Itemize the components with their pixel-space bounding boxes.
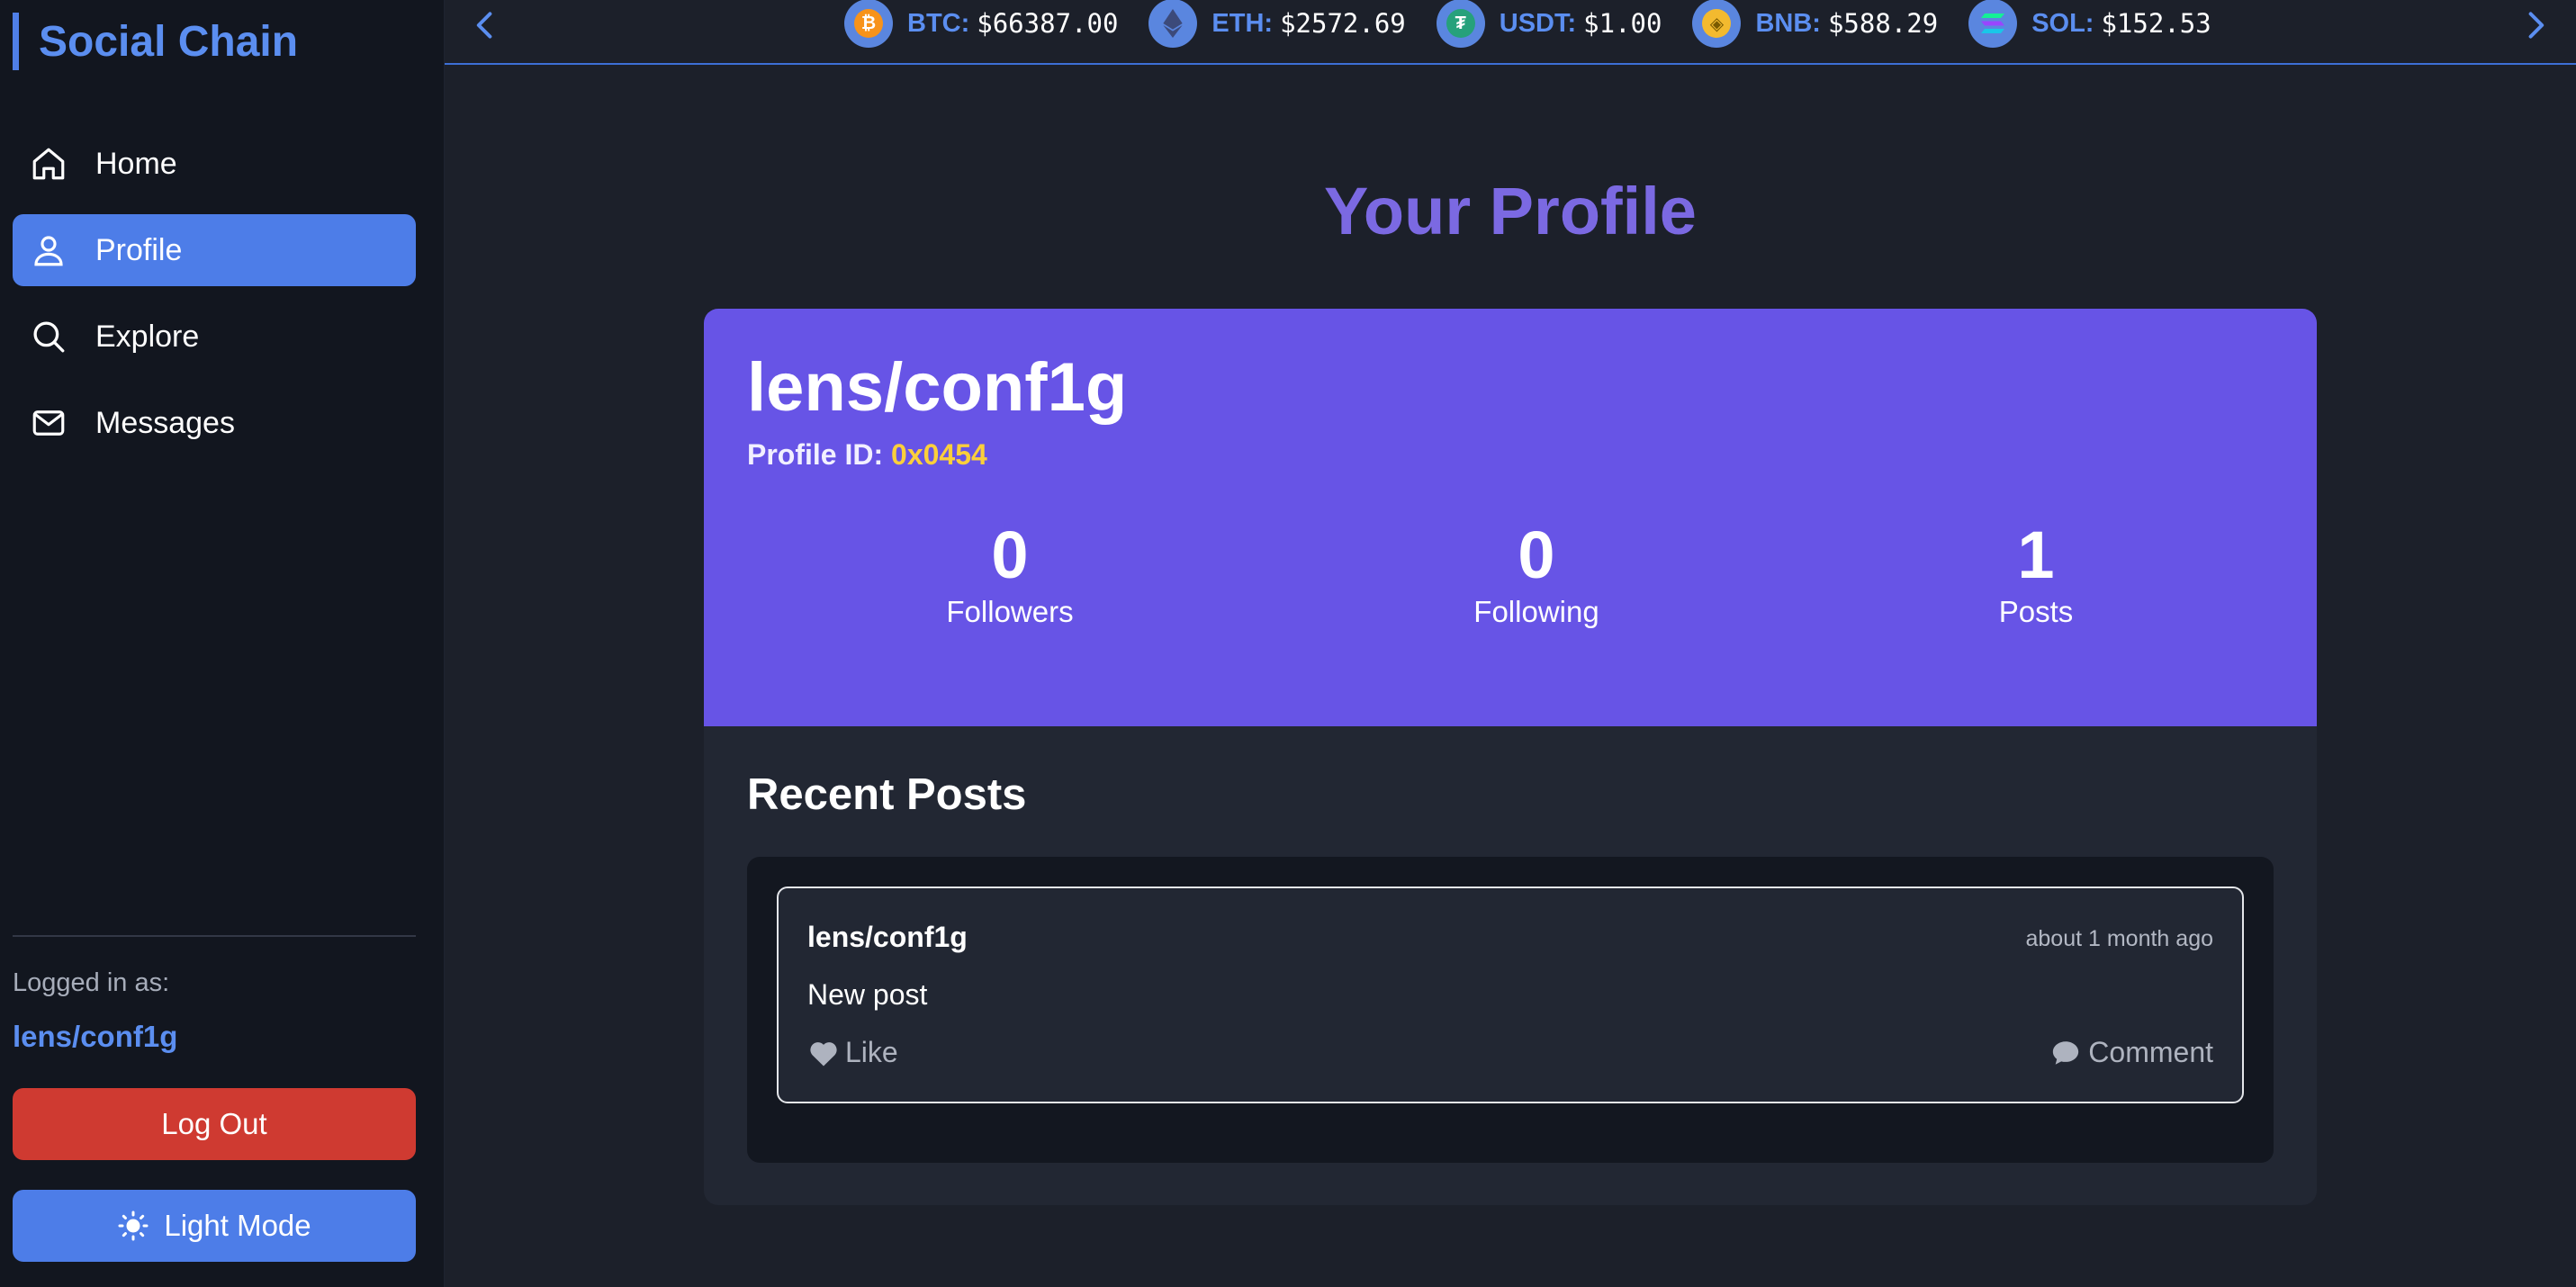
stat-label: Posts (1998, 595, 2074, 628)
logout-button[interactable]: Log Out (13, 1088, 416, 1160)
chevron-right-icon (2528, 12, 2544, 39)
brand-logo[interactable]: Social Chain (13, 13, 298, 70)
ticker-coin-eth[interactable]: ETH: $2572.69 (1148, 0, 1406, 48)
coin-symbol: SOL: (2031, 8, 2094, 38)
profile-header: lens/conf1g Profile ID: 0x0454 0 Followe… (704, 309, 2317, 726)
ticker-prev-button[interactable] (463, 5, 508, 45)
sidebar-item-home[interactable]: Home (13, 128, 416, 200)
bitcoin-icon: ₿ (844, 0, 893, 48)
coin-price: $588.29 (1827, 8, 1939, 39)
post-timestamp: about 1 month ago (2025, 926, 2214, 951)
coin-price: $152.53 (2101, 8, 2211, 39)
coin-price: $66387.00 (977, 8, 1119, 39)
chevron-left-icon (476, 12, 492, 39)
coin-symbol: USDT: (1499, 8, 1577, 38)
stat-value: 1 (2017, 518, 2055, 592)
tether-icon: ₮ (1436, 0, 1485, 48)
profile-id: Profile ID: 0x0454 (747, 438, 987, 472)
ticker-coin-bnb[interactable]: ◈ BNB: $588.29 (1692, 0, 1938, 48)
ticker-coin-btc[interactable]: ₿ BTC: $66387.00 (844, 0, 1118, 48)
coin-symbol: BTC: (907, 8, 970, 38)
profile-id-label: Profile ID: (747, 438, 884, 471)
ethereum-icon (1148, 0, 1198, 48)
coin-price: $1.00 (1583, 8, 1662, 39)
heart-icon (810, 1041, 837, 1066)
sidebar: Social Chain Home Profile Explore Messag… (0, 0, 445, 1287)
recent-posts-heading: Recent Posts (747, 770, 1027, 819)
stat-label: Followers (946, 595, 1074, 628)
post-card[interactable]: lens/conf1g about 1 month ago New post L… (777, 886, 2244, 1103)
logged-in-username[interactable]: lens/conf1g (13, 1020, 177, 1054)
light-mode-button[interactable]: Light Mode (13, 1190, 416, 1262)
logout-button-label: Log Out (161, 1107, 267, 1140)
like-label: Like (845, 1036, 898, 1068)
logged-in-label: Logged in as: (13, 968, 170, 997)
posts-list: lens/conf1g about 1 month ago New post L… (747, 857, 2274, 1163)
sidebar-item-label: Explore (95, 319, 200, 354)
coin-price: $2572.69 (1280, 8, 1406, 39)
ticker-coin-usdt[interactable]: ₮ USDT: $1.00 (1436, 0, 1662, 48)
home-icon (29, 144, 68, 184)
coin-symbol: BNB: (1755, 8, 1821, 38)
sidebar-item-label: Profile (95, 232, 183, 267)
price-ticker: ₿ BTC: $66387.00 ETH: $2572.69 ₮ USDT: $… (445, 0, 2576, 65)
search-icon (29, 317, 68, 356)
stat-value: 0 (991, 518, 1029, 592)
stat-following[interactable]: 0 Following (1401, 518, 1671, 629)
comment-button[interactable]: Comment (2050, 1036, 2213, 1069)
solana-icon (1968, 0, 2018, 48)
profile-card: lens/conf1g Profile ID: 0x0454 0 Followe… (704, 309, 2317, 1205)
sidebar-item-profile[interactable]: Profile (13, 214, 416, 286)
ticker-coins: ₿ BTC: $66387.00 ETH: $2572.69 ₮ USDT: $… (844, 0, 2242, 48)
sidebar-divider (13, 935, 416, 937)
user-icon (29, 230, 68, 270)
post-content: New post (807, 978, 928, 1011)
profile-handle: lens/conf1g (747, 349, 1128, 426)
sidebar-item-messages[interactable]: Messages (13, 387, 416, 459)
stat-followers[interactable]: 0 Followers (875, 518, 1145, 629)
stat-value: 0 (1518, 518, 1555, 592)
profile-id-value: 0x0454 (891, 438, 987, 471)
comment-icon (2053, 1040, 2079, 1065)
like-button[interactable]: Like (807, 1036, 898, 1069)
ticker-next-button[interactable] (2513, 5, 2558, 45)
sidebar-item-label: Messages (95, 405, 235, 440)
ticker-coin-sol[interactable]: SOL: $152.53 (1968, 0, 2211, 48)
stat-label: Following (1473, 595, 1599, 628)
comment-label: Comment (2088, 1036, 2213, 1068)
sidebar-item-explore[interactable]: Explore (13, 301, 416, 373)
sidebar-item-label: Home (95, 146, 177, 181)
post-author[interactable]: lens/conf1g (807, 921, 968, 954)
bnb-icon: ◈ (1692, 0, 1742, 48)
light-mode-button-label: Light Mode (164, 1209, 311, 1242)
page-title: Your Profile (1324, 174, 1697, 248)
sidebar-nav: Home Profile Explore Messages (13, 128, 416, 473)
sun-icon (118, 1210, 149, 1241)
stat-posts[interactable]: 1 Posts (1901, 518, 2171, 629)
coin-symbol: ETH: (1211, 8, 1274, 38)
mail-icon (29, 403, 68, 443)
